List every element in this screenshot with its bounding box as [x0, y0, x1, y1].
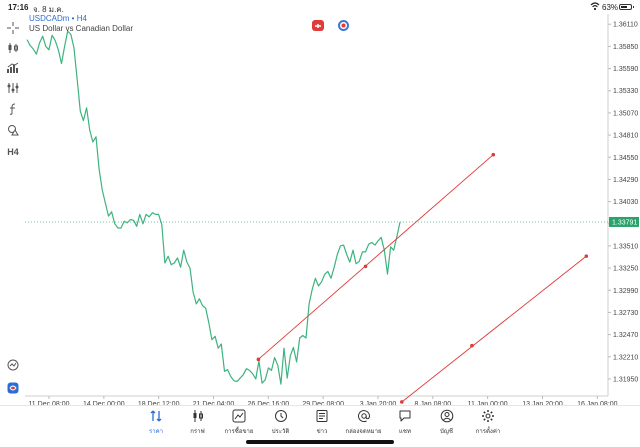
timeframe-button[interactable]: H4: [4, 144, 22, 160]
tab-mailbox[interactable]: กล่องจดหมาย: [342, 409, 386, 443]
trend-line-anchor: [400, 400, 404, 404]
tab-label: การซื้อขาย: [224, 429, 254, 435]
trend-line-anchor: [470, 343, 474, 348]
tab-label: ราคา: [149, 429, 163, 435]
y-tick-label: 1.35070: [613, 110, 638, 117]
price-chart[interactable]: 1.36110 1.35850 1.35590 1.35330 1.35070 1.348…: [25, 14, 640, 409]
function-icon[interactable]: [4, 101, 22, 117]
trend-line: [258, 154, 494, 360]
y-tick-label: 1.36110: [613, 22, 638, 29]
y-tick-label: 1.32470: [613, 332, 638, 339]
quotes-icon: [149, 409, 163, 423]
account-icon: [440, 409, 454, 423]
symbol-timeframe: • H4: [69, 14, 87, 23]
battery-percent: 63%: [602, 3, 619, 12]
tab-news[interactable]: ข่าว: [300, 409, 344, 443]
y-tick-label: 1.35330: [613, 88, 638, 95]
gear-icon: [481, 409, 495, 423]
tab-trade[interactable]: การซื้อขาย: [217, 409, 261, 443]
tab-chat[interactable]: แชท: [383, 409, 427, 443]
shapes-icon[interactable]: [4, 122, 22, 138]
wifi-icon: [590, 2, 600, 11]
battery-icon: [619, 4, 634, 10]
current-price-label: 1.33791: [612, 219, 637, 226]
crosshair-icon[interactable]: [4, 20, 22, 36]
y-tick-label: 1.34290: [613, 177, 638, 184]
candlestick-icon[interactable]: [4, 40, 22, 56]
zoom-icon[interactable]: [4, 357, 22, 373]
tab-label: ข่าว: [316, 429, 328, 435]
y-tick-label: 1.33250: [613, 266, 638, 273]
status-bar: 17:16 จ. 8 ม.ค. 63%: [0, 0, 640, 14]
y-tick-label: 1.34030: [613, 199, 638, 206]
chat-icon: [398, 409, 412, 423]
symbol-description: US Dollar vs Canadian Dollar: [29, 24, 134, 33]
symbol-name[interactable]: USDCADm: [29, 14, 69, 23]
objects-icon[interactable]: [4, 80, 22, 96]
trend-line-anchor: [491, 152, 496, 157]
trade-icon-ring[interactable]: [338, 20, 349, 31]
tab-label: บัญชี: [440, 429, 453, 435]
trend-line-anchor: [256, 357, 261, 362]
mail-icon: [357, 409, 371, 423]
left-toolbar: H4: [0, 14, 24, 406]
trend-line-anchor: [363, 264, 368, 269]
y-tick-label: 1.34550: [613, 155, 638, 162]
one-click-trading: [312, 20, 349, 32]
tab-quotes[interactable]: ราคา: [134, 409, 178, 443]
trade-icon: [232, 409, 246, 423]
history-icon: [274, 409, 288, 423]
tab-label: ประวัติ: [271, 429, 290, 435]
trade-icon-red[interactable]: [312, 20, 324, 31]
indicators-icon[interactable]: [4, 60, 22, 76]
tab-label: การตั้งค่า: [475, 429, 501, 435]
chart-icon: [191, 409, 205, 423]
home-indicator: [246, 440, 394, 444]
symbol-header: USDCADm • H4 US Dollar vs Canadian Dolla…: [29, 14, 133, 34]
tab-history[interactable]: ประวัติ: [259, 409, 303, 443]
y-tick-label: 1.31950: [613, 376, 638, 383]
chart-area[interactable]: 1.36110 1.35850 1.35590 1.35330 1.35070 1.348…: [25, 14, 640, 409]
tab-settings[interactable]: การตั้งค่า: [466, 409, 510, 443]
y-tick-label: 1.32990: [613, 288, 638, 295]
tab-label: กราฟ: [190, 429, 205, 435]
y-tick-label: 1.34810: [613, 133, 638, 140]
tab-label: กล่องจดหมาย: [345, 429, 382, 435]
news-icon: [315, 409, 329, 423]
y-tick-label: 1.35590: [613, 66, 638, 73]
y-tick-label: 1.32210: [613, 354, 638, 361]
price-series-line: [26, 30, 401, 385]
y-tick-label: 1.32730: [613, 310, 638, 317]
app-icon[interactable]: [4, 380, 22, 396]
tab-label: แชท: [399, 429, 411, 435]
trend-line-anchor: [584, 254, 589, 258]
tab-chart[interactable]: กราฟ: [176, 409, 220, 443]
tab-accounts[interactable]: บัญชี: [425, 409, 469, 443]
status-time: 17:16: [8, 3, 29, 12]
trend-line: [401, 255, 587, 403]
y-tick-label: 1.33510: [613, 243, 638, 250]
y-tick-label: 1.35850: [613, 44, 638, 51]
